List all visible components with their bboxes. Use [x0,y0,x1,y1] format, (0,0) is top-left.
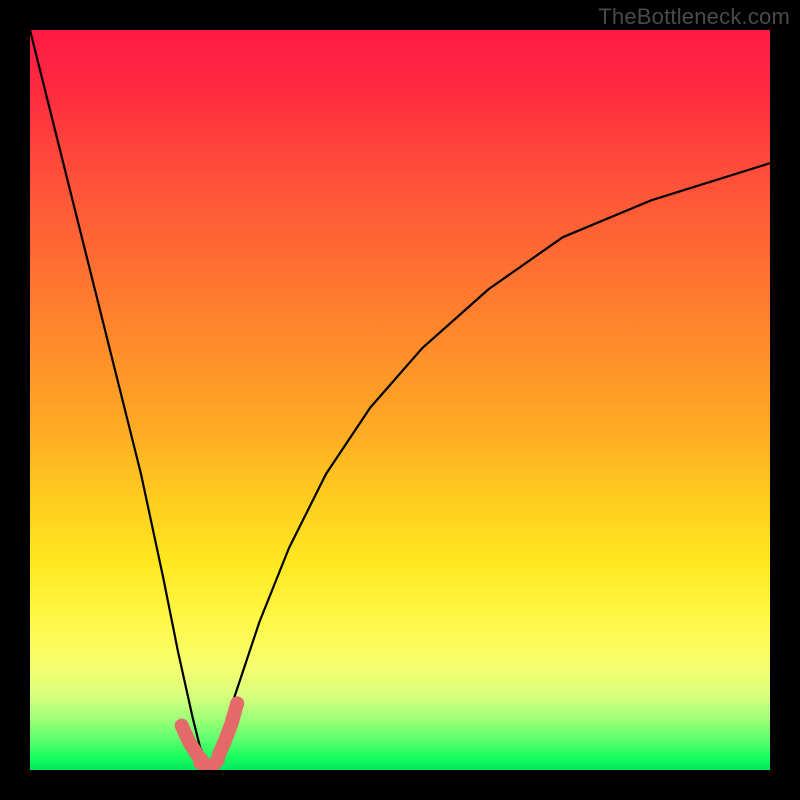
chart-stage: TheBottleneck.com [0,0,800,800]
highlight-right [219,703,238,755]
curve-layer [30,30,770,770]
bottleneck-curve [30,30,770,763]
plot-area [30,30,770,770]
watermark-text: TheBottleneck.com [598,4,790,30]
